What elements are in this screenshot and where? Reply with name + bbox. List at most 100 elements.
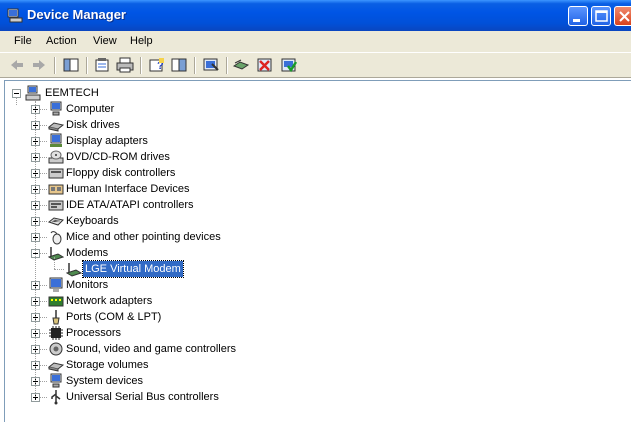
menu-action[interactable]: Action (46, 34, 77, 48)
cdrom-icon (48, 150, 64, 164)
maximize-button[interactable] (591, 6, 611, 26)
device-tree[interactable]: EEMTECH Computer Disk drives Display adapte… (4, 80, 631, 422)
keyboard-icon (48, 217, 64, 226)
back-icon[interactable] (8, 57, 26, 73)
computer-icon (50, 101, 62, 116)
tree-category-label: Modems (66, 247, 109, 259)
tree-line (16, 97, 18, 105)
show-hide-tree-icon[interactable] (62, 57, 80, 73)
title-bar[interactable]: Device Manager (0, 0, 631, 31)
tree-line (39, 381, 47, 383)
modem-icon (66, 263, 82, 277)
tree-category[interactable]: Computer (5, 101, 625, 117)
tree-category[interactable]: Monitors (5, 277, 625, 293)
tree-line (39, 237, 47, 239)
tree-category-label: Display adapters (66, 135, 148, 147)
close-icon (619, 11, 630, 22)
tree-category[interactable]: Storage volumes (5, 357, 625, 373)
tree-category[interactable]: Mice and other pointing devices (5, 229, 625, 245)
tree-line (39, 333, 47, 335)
tree-category-label: Network adapters (66, 295, 153, 307)
tree-category[interactable]: Processors (5, 325, 625, 341)
properties-icon[interactable] (94, 57, 112, 73)
tree-device[interactable]: LGE Virtual Modem (5, 260, 625, 278)
menu-bar: File Action View Help (0, 31, 631, 52)
tree-line (39, 141, 47, 143)
close-button[interactable] (614, 6, 631, 26)
tree-line (54, 269, 64, 271)
enable-device-icon[interactable] (280, 57, 298, 73)
tree-root-label: EEMTECH (45, 87, 99, 99)
tree-line (39, 109, 47, 111)
usb-icon (51, 390, 61, 405)
tree-category[interactable]: Keyboards (5, 213, 625, 229)
processor-icon (49, 326, 63, 340)
tree-line (39, 125, 47, 127)
ide-controller-icon (48, 200, 64, 211)
menu-view[interactable]: View (93, 34, 117, 48)
floppy-controller-icon (48, 168, 64, 179)
help-icon[interactable]: ? (148, 57, 166, 73)
tree-category-label: Monitors (66, 279, 109, 291)
tree-category[interactable]: Ports (COM & LPT) (5, 309, 625, 325)
tree-category[interactable]: Modems (5, 245, 625, 261)
tree-line (39, 221, 47, 223)
update-driver-icon[interactable] (232, 57, 250, 73)
tree-device-label: LGE Virtual Modem (82, 260, 184, 278)
print-icon[interactable] (116, 57, 134, 73)
tree-category[interactable]: System devices (5, 373, 625, 389)
storage-volume-icon (48, 362, 64, 372)
toolbar: ? (0, 52, 631, 78)
menu-file[interactable]: File (14, 34, 32, 48)
tree-line (39, 301, 47, 303)
tree-line (39, 285, 47, 287)
tree-category[interactable]: IDE ATA/ATAPI controllers (5, 197, 625, 213)
tree-category-label: Processors (66, 327, 122, 339)
monitor-icon (49, 277, 63, 292)
menu-help[interactable]: Help (130, 34, 153, 48)
disk-drive-icon (48, 122, 64, 132)
tree-line (39, 205, 47, 207)
network-adapter-icon (48, 296, 64, 307)
tree-line (35, 101, 37, 397)
tree-category-label: IDE ATA/ATAPI controllers (66, 199, 194, 211)
modem-icon (48, 247, 64, 261)
maximize-icon (595, 10, 608, 22)
root-computer-icon (25, 85, 41, 101)
port-icon (52, 310, 60, 325)
tree-category[interactable]: Network adapters (5, 293, 625, 309)
tree-category-label: Mice and other pointing devices (66, 231, 221, 243)
tree-category-label: Sound, video and game controllers (66, 343, 236, 355)
tree-category-label: Storage volumes (66, 359, 149, 371)
tree-root[interactable]: EEMTECH (5, 85, 625, 101)
forward-icon[interactable] (30, 57, 48, 73)
tree-category[interactable]: Floppy disk controllers (5, 165, 625, 181)
tree-category[interactable]: Sound, video and game controllers (5, 341, 625, 357)
tree-category-label: Human Interface Devices (66, 183, 190, 195)
minimize-button[interactable] (568, 6, 588, 26)
tree-line (39, 317, 47, 319)
show-hide-action-pane-icon[interactable] (170, 57, 188, 73)
tree-line (54, 257, 56, 269)
tree-category[interactable]: Universal Serial Bus controllers (5, 389, 625, 405)
tree-category[interactable]: Disk drives (5, 117, 625, 133)
scan-hardware-icon[interactable] (202, 57, 220, 73)
tree-line (39, 157, 47, 159)
tree-line (39, 253, 47, 255)
sound-icon (49, 342, 63, 356)
tree-line (39, 365, 47, 367)
system-device-icon (50, 373, 62, 388)
tree-category-label: System devices (66, 375, 144, 387)
tree-category-label: Keyboards (66, 215, 119, 227)
tree-line (39, 349, 47, 351)
tree-category-label: Universal Serial Bus controllers (66, 391, 219, 403)
uninstall-icon[interactable] (256, 57, 274, 73)
tree-category[interactable]: Display adapters (5, 133, 625, 149)
hid-icon (48, 184, 64, 195)
display-adapter-icon (50, 133, 62, 147)
tree-line (39, 397, 47, 399)
tree-category[interactable]: Human Interface Devices (5, 181, 625, 197)
tree-line (39, 189, 47, 191)
tree-category[interactable]: DVD/CD-ROM drives (5, 149, 625, 165)
tree-category-label: DVD/CD-ROM drives (66, 151, 170, 163)
